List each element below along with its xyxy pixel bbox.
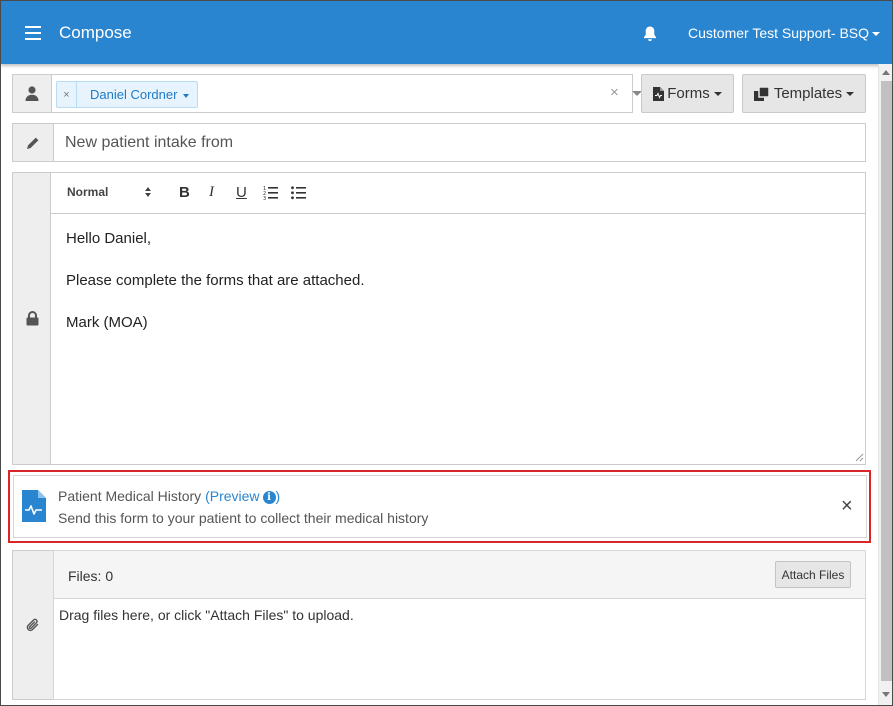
file-drop-zone[interactable]: Drag files here, or click "Attach Files"… <box>53 599 866 700</box>
form-description: Send this form to your patient to collec… <box>58 510 429 526</box>
editor-addon <box>12 172 52 465</box>
files-addon <box>12 550 54 700</box>
compose-window: Compose Customer Test Support- BSQ × Dan… <box>0 0 893 706</box>
caret-down-icon <box>183 93 190 98</box>
scroll-down-arrow[interactable] <box>882 692 890 697</box>
paperclip-icon <box>26 618 39 632</box>
bold-button[interactable]: B <box>179 184 190 201</box>
subject-addon <box>12 123 54 162</box>
copy-icon <box>753 86 770 101</box>
text-style-select[interactable]: Normal <box>67 185 108 199</box>
recipient-tag-label[interactable]: Daniel Cordner <box>77 87 197 102</box>
templates-button[interactable]: Templates <box>742 74 866 113</box>
body-line: Mark (MOA) <box>66 314 148 331</box>
form-name: Patient Medical History <box>58 488 202 504</box>
file-icon <box>653 86 665 101</box>
remove-recipient-button[interactable]: × <box>57 82 77 107</box>
lock-icon <box>26 311 38 326</box>
files-count: Files: 0 <box>68 568 114 584</box>
body-line: Hello Daniel, <box>66 230 152 247</box>
medical-form-icon <box>22 490 46 522</box>
underline-button[interactable]: U <box>236 184 247 201</box>
user-menu[interactable]: Customer Test Support- BSQ <box>688 25 881 41</box>
recipient-name: Daniel Cordner <box>90 87 178 102</box>
form-title: Patient Medical History (Preview i) <box>58 488 280 504</box>
recipient-tag[interactable]: × Daniel Cordner <box>56 81 199 108</box>
updown-icon[interactable] <box>144 186 152 198</box>
top-navbar: Compose Customer Test Support- BSQ <box>1 1 892 64</box>
attached-form-card: Patient Medical History (Preview i) Send … <box>13 475 867 538</box>
caret-down-icon <box>713 91 722 96</box>
message-body[interactable]: Hello Daniel, Please complete the forms … <box>51 215 865 464</box>
pencil-icon <box>27 136 40 149</box>
recipient-select[interactable]: × Daniel Cordner × <box>51 74 642 113</box>
forms-label: Forms <box>667 85 710 102</box>
editor-toolbar: Normal B I U 1 2 3 <box>51 173 865 214</box>
scroll-up-arrow[interactable] <box>882 70 890 75</box>
forms-button[interactable]: Forms <box>641 74 734 113</box>
bell-icon[interactable] <box>642 25 658 43</box>
bullet-list-icon[interactable] <box>291 185 306 200</box>
clear-recipients-button[interactable]: × <box>610 84 619 101</box>
attach-files-button[interactable]: Attach Files <box>775 561 851 588</box>
preview-label: Preview <box>209 488 260 504</box>
remove-form-button[interactable]: × <box>841 496 853 516</box>
recipient-addon <box>12 74 52 113</box>
italic-button[interactable]: I <box>209 184 214 201</box>
menu-icon[interactable] <box>25 26 41 40</box>
drop-instructions: Drag files here, or click "Attach Files"… <box>59 607 354 623</box>
user-icon <box>25 86 39 101</box>
body-line: Please complete the forms that are attac… <box>66 272 365 289</box>
scrollbar[interactable] <box>878 64 892 705</box>
templates-label: Templates <box>773 85 843 102</box>
preview-link[interactable]: (Preview i) <box>205 488 280 504</box>
subject-input[interactable] <box>53 123 866 162</box>
resize-handle-icon[interactable] <box>852 450 864 462</box>
chevron-down-icon <box>872 32 881 37</box>
user-name: Customer Test Support- BSQ <box>688 25 870 41</box>
files-header: Files: 0 Attach Files <box>53 550 866 599</box>
page-title: Compose <box>59 23 132 42</box>
ordered-list-icon[interactable]: 1 2 3 <box>263 185 278 200</box>
scroll-thumb[interactable] <box>881 81 892 681</box>
close-paren: ) <box>275 488 281 504</box>
svg-text:3: 3 <box>263 196 266 200</box>
caret-down-icon <box>846 91 855 96</box>
info-icon: i <box>262 491 276 504</box>
